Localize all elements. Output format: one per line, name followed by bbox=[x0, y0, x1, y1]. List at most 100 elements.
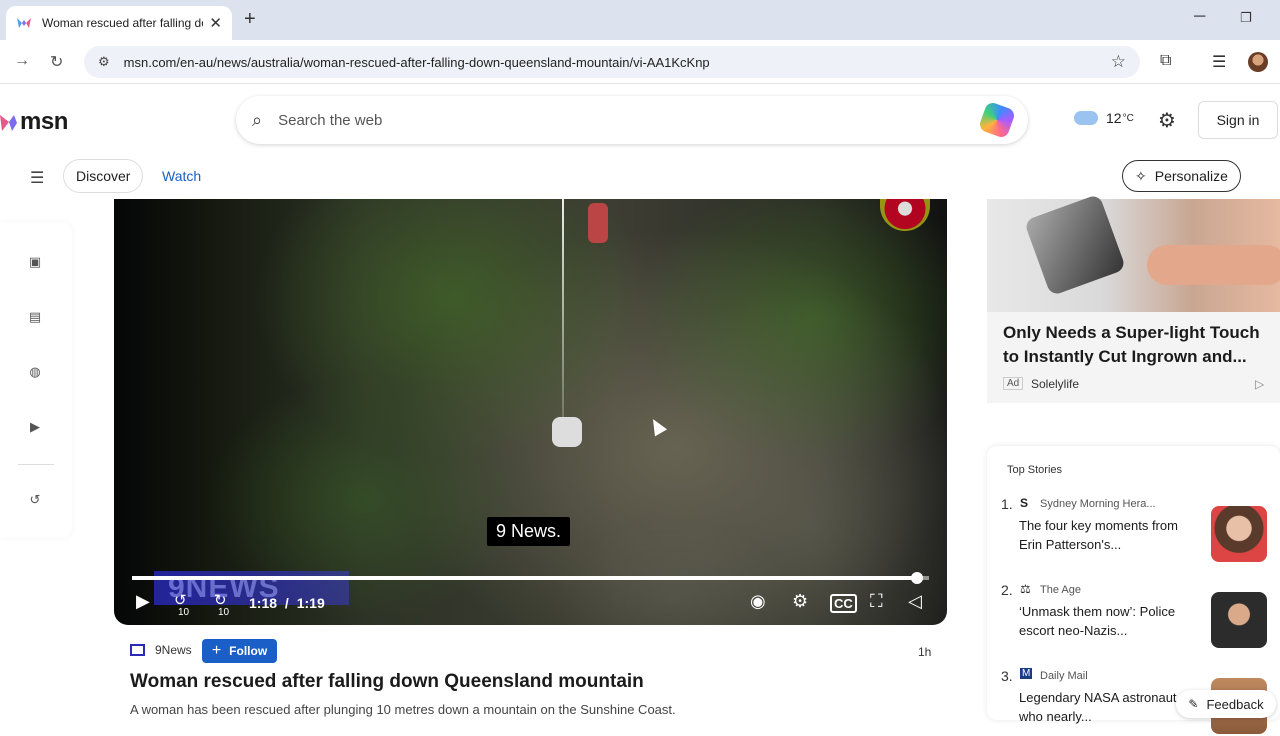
tab-watch[interactable]: Watch bbox=[150, 159, 213, 193]
video-progress-bar[interactable] bbox=[132, 572, 929, 584]
story-source: Daily Mail bbox=[1040, 670, 1088, 682]
play-nav-icon[interactable]: ▶ bbox=[26, 419, 44, 437]
duration: 1:19 bbox=[296, 595, 325, 611]
autoplay-icon[interactable]: ◉ bbox=[750, 591, 766, 612]
rail-divider bbox=[18, 464, 54, 465]
sports-nav-icon[interactable]: ◍ bbox=[26, 364, 44, 382]
feedback-button[interactable]: ✎ Feedback bbox=[1176, 690, 1276, 718]
temperature-value: 12 bbox=[1106, 110, 1122, 126]
news-nav-icon[interactable]: ▤ bbox=[26, 309, 44, 327]
smh-logo-icon: S bbox=[1020, 496, 1029, 510]
site-info-icon[interactable]: ⚙ bbox=[98, 54, 110, 70]
story-number: 1. bbox=[1001, 496, 1013, 512]
video-player[interactable]: 9 News. 9NEWS ▶ ↺ 10 ↻ 10 1:18 / 1:19 ◉ … bbox=[114, 199, 947, 625]
url-text[interactable]: msn.com/en-au/news/australia/woman-rescu… bbox=[124, 55, 1111, 70]
follow-button[interactable]: + Follow bbox=[202, 639, 277, 663]
feedback-icon: ✎ bbox=[1188, 697, 1199, 711]
msn-logo[interactable]: msn bbox=[0, 108, 68, 136]
tab-discover[interactable]: Discover bbox=[63, 159, 144, 193]
time-display: 1:18 / 1:19 bbox=[249, 595, 325, 611]
the-age-logo-icon: ⚖ bbox=[1020, 582, 1031, 596]
temperature-unit: °C bbox=[1122, 112, 1134, 124]
omnibox[interactable]: ⚙ msn.com/en-au/news/australia/woman-res… bbox=[84, 46, 1140, 78]
minimize-icon[interactable]: ─ bbox=[1194, 8, 1205, 26]
story-thumbnail bbox=[1211, 506, 1267, 562]
rewind-seconds: 10 bbox=[178, 607, 190, 618]
reload-icon[interactable]: ↻ bbox=[50, 52, 63, 72]
ad-sponsor: Solelylife bbox=[1031, 377, 1080, 391]
story-thumbnail bbox=[1211, 592, 1267, 648]
search-input[interactable]: Search the web bbox=[278, 112, 982, 129]
msn-butterfly-icon bbox=[0, 115, 17, 131]
rescued-person-figure bbox=[552, 417, 582, 447]
ad-finger-image bbox=[1147, 245, 1280, 285]
story-title: Legendary NASA astronaut who nearly... bbox=[1019, 690, 1177, 724]
browser-tab-active[interactable]: Woman rescued after falling do ✕ bbox=[6, 6, 232, 40]
extensions-icon[interactable]: ⧉ bbox=[1160, 52, 1171, 70]
sparkle-icon: ✧ bbox=[1135, 167, 1147, 184]
video-settings-icon[interactable]: ⚙ bbox=[792, 591, 808, 612]
video-nav-icon[interactable]: ▣ bbox=[26, 254, 44, 272]
weather-widget[interactable]: 12 °C bbox=[1074, 110, 1134, 126]
captions-icon[interactable]: CC bbox=[830, 594, 857, 613]
top-stories-header: Top Stories bbox=[1007, 464, 1063, 476]
volume-icon[interactable]: ◁ bbox=[908, 591, 922, 612]
browser-tabbar: Woman rescued after falling do ✕ + ─ ❐ bbox=[0, 0, 1280, 40]
tab-close-icon[interactable]: ✕ bbox=[209, 14, 222, 32]
article-summary: A woman has been rescued after plunging … bbox=[130, 702, 676, 717]
new-tab-icon[interactable]: + bbox=[244, 8, 256, 31]
sign-in-button[interactable]: Sign in bbox=[1198, 101, 1278, 139]
video-caption: 9 News. bbox=[487, 517, 571, 546]
left-rail: ▣ ▤ ◍ ▶ ↺ bbox=[0, 222, 72, 538]
plus-icon: + bbox=[211, 642, 222, 659]
story-item[interactable]: 2. ⚖ The Age ‘Unmask them now’: Police e… bbox=[1001, 580, 1271, 650]
time-separator: / bbox=[284, 595, 289, 611]
article-source[interactable]: 9News bbox=[130, 643, 192, 657]
rescue-rope bbox=[562, 199, 564, 419]
source-name: 9News bbox=[155, 643, 192, 657]
ad-badge: Ad bbox=[1003, 377, 1024, 390]
story-number: 2. bbox=[1001, 582, 1013, 598]
current-time: 1:18 bbox=[249, 595, 278, 611]
progress-scrubber[interactable] bbox=[911, 572, 924, 584]
forward-icon[interactable]: → bbox=[14, 52, 30, 70]
ad-card[interactable]: Only Needs a Super-light Touch to Instan… bbox=[987, 193, 1280, 403]
article-headline[interactable]: Woman rescued after falling down Queensl… bbox=[130, 671, 644, 693]
story-number: 3. bbox=[1001, 668, 1013, 684]
address-bar-row: → ↻ ⚙ msn.com/en-au/news/australia/woman… bbox=[0, 40, 1280, 84]
story-title: The four key moments from Erin Patterson… bbox=[1019, 518, 1178, 552]
hamburger-menu-icon[interactable]: ☰ bbox=[30, 168, 44, 188]
profile-avatar[interactable] bbox=[1248, 52, 1268, 72]
broadcaster-emblem bbox=[880, 199, 930, 231]
story-title: ‘Unmask them now’: Police escort neo-Naz… bbox=[1019, 604, 1176, 638]
forward-seconds: 10 bbox=[218, 607, 230, 618]
copilot-icon[interactable] bbox=[977, 100, 1017, 140]
adchoices-icon[interactable]: ▷ bbox=[1255, 377, 1264, 391]
settings-gear-icon[interactable]: ⚙ bbox=[1158, 108, 1176, 133]
source-logo-icon bbox=[130, 644, 145, 656]
story-source: Sydney Morning Hera... bbox=[1040, 498, 1156, 510]
history-icon[interactable]: ↺ bbox=[26, 492, 44, 510]
rescuer-figure bbox=[588, 203, 608, 243]
bookmark-star-icon[interactable]: ☆ bbox=[1111, 52, 1126, 72]
daily-mail-logo-icon: M bbox=[1020, 668, 1033, 679]
ad-title[interactable]: Only Needs a Super-light Touch to Instan… bbox=[1003, 321, 1273, 369]
personalize-button[interactable]: ✧ Personalize bbox=[1122, 160, 1241, 192]
progress-fill bbox=[132, 576, 918, 580]
fullscreen-icon[interactable]: ⛶ bbox=[870, 591, 883, 612]
cloud-icon bbox=[1074, 111, 1098, 125]
personalize-label: Personalize bbox=[1154, 168, 1228, 184]
search-icon: ⌕ bbox=[252, 109, 263, 130]
ad-image[interactable] bbox=[987, 193, 1280, 312]
logo-text: msn bbox=[20, 108, 68, 135]
story-item[interactable]: 1. S Sydney Morning Hera... The four key… bbox=[1001, 494, 1271, 564]
feedback-label: Feedback bbox=[1206, 696, 1264, 712]
follow-label: Follow bbox=[229, 644, 268, 658]
media-control-icon[interactable]: ☰ bbox=[1212, 52, 1226, 72]
maximize-icon[interactable]: ❐ bbox=[1240, 10, 1252, 26]
search-box[interactable]: ⌕ Search the web bbox=[236, 96, 1028, 144]
story-source: The Age bbox=[1040, 584, 1081, 596]
ad-tool-image bbox=[1023, 193, 1127, 297]
play-icon[interactable]: ▶ bbox=[136, 591, 150, 612]
top-stories-panel: Top Stories 1. S Sydney Morning Hera... … bbox=[987, 446, 1280, 734]
